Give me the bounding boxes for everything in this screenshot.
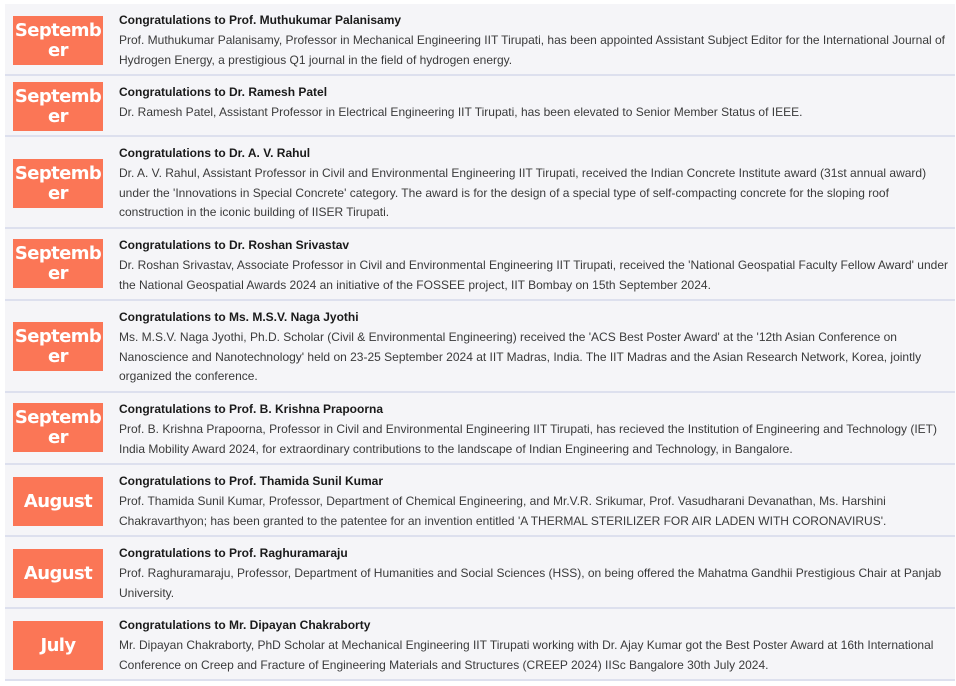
news-body: Ms. M.S.V. Naga Jyothi, Ph.D. Scholar (C…	[119, 330, 922, 383]
date-badge: August	[13, 477, 103, 526]
news-item: September Congratulations to Dr. Ramesh …	[5, 76, 955, 137]
news-text: Congratulations to Prof. Muthukumar Pala…	[119, 13, 951, 70]
news-text: Congratulations to Prof. Raghuramaraju P…	[119, 546, 951, 603]
news-title[interactable]: Congratulations to Ms. M.S.V. Naga Jyoth…	[119, 310, 951, 324]
news-title[interactable]: Congratulations to Prof. Muthukumar Pala…	[119, 13, 951, 27]
news-item: July Congratulations to Mr. Dipayan Chak…	[5, 609, 955, 681]
date-badge: September	[13, 239, 103, 288]
news-text: Congratulations to Mr. Dipayan Chakrabor…	[119, 618, 951, 675]
news-body: Prof. B. Krishna Prapoorna, Professor in…	[119, 422, 937, 456]
news-title[interactable]: Congratulations to Prof. Raghuramaraju	[119, 546, 951, 560]
news-body: Mr. Dipayan Chakraborty, PhD Scholar at …	[119, 638, 934, 672]
news-title[interactable]: Congratulations to Prof. Thamida Sunil K…	[119, 474, 951, 488]
date-badge: September	[13, 159, 103, 208]
date-badge: September	[13, 82, 103, 131]
news-body: Dr. Roshan Srivastav, Associate Professo…	[119, 258, 948, 292]
news-body: Prof. Muthukumar Palanisamy, Professor i…	[119, 33, 946, 67]
date-badge: August	[13, 549, 103, 598]
news-text: Congratulations to Dr. A. V. Rahul Dr. A…	[119, 146, 951, 223]
news-item: August Congratulations to Prof. Thamida …	[5, 465, 955, 537]
news-text: Congratulations to Prof. B. Krishna Prap…	[119, 402, 951, 459]
news-title[interactable]: Congratulations to Prof. B. Krishna Prap…	[119, 402, 951, 416]
date-badge: July	[13, 621, 103, 670]
date-badge: September	[13, 403, 103, 452]
date-badge: September	[13, 16, 103, 65]
news-title[interactable]: Congratulations to Mr. Dipayan Chakrabor…	[119, 618, 951, 632]
news-item: September Congratulations to Prof. Muthu…	[5, 4, 955, 76]
news-title[interactable]: Congratulations to Dr. A. V. Rahul	[119, 146, 951, 160]
date-badge: September	[13, 322, 103, 371]
news-text: Congratulations to Dr. Roshan Srivastav …	[119, 238, 951, 295]
news-title[interactable]: Congratulations to Dr. Ramesh Patel	[119, 85, 951, 99]
news-title[interactable]: Congratulations to Dr. Roshan Srivastav	[119, 238, 951, 252]
news-item: September Congratulations to Prof. B. Kr…	[5, 393, 955, 465]
news-list: September Congratulations to Prof. Muthu…	[5, 4, 955, 681]
news-body: Prof. Thamida Sunil Kumar, Professor, De…	[119, 494, 887, 528]
news-text: Congratulations to Prof. Thamida Sunil K…	[119, 474, 951, 531]
news-item: September Congratulations to Dr. Roshan …	[5, 229, 955, 301]
news-item: August Congratulations to Prof. Raghuram…	[5, 537, 955, 609]
news-item: September Congratulations to Ms. M.S.V. …	[5, 301, 955, 393]
news-item: September Congratulations to Dr. A. V. R…	[5, 137, 955, 229]
news-body: Dr. Ramesh Patel, Assistant Professor in…	[119, 105, 803, 119]
news-text: Congratulations to Dr. Ramesh Patel Dr. …	[119, 85, 951, 123]
news-text: Congratulations to Ms. M.S.V. Naga Jyoth…	[119, 310, 951, 387]
news-body: Prof. Raghuramaraju, Professor, Departme…	[119, 566, 942, 600]
news-body: Dr. A. V. Rahul, Assistant Professor in …	[119, 166, 927, 219]
